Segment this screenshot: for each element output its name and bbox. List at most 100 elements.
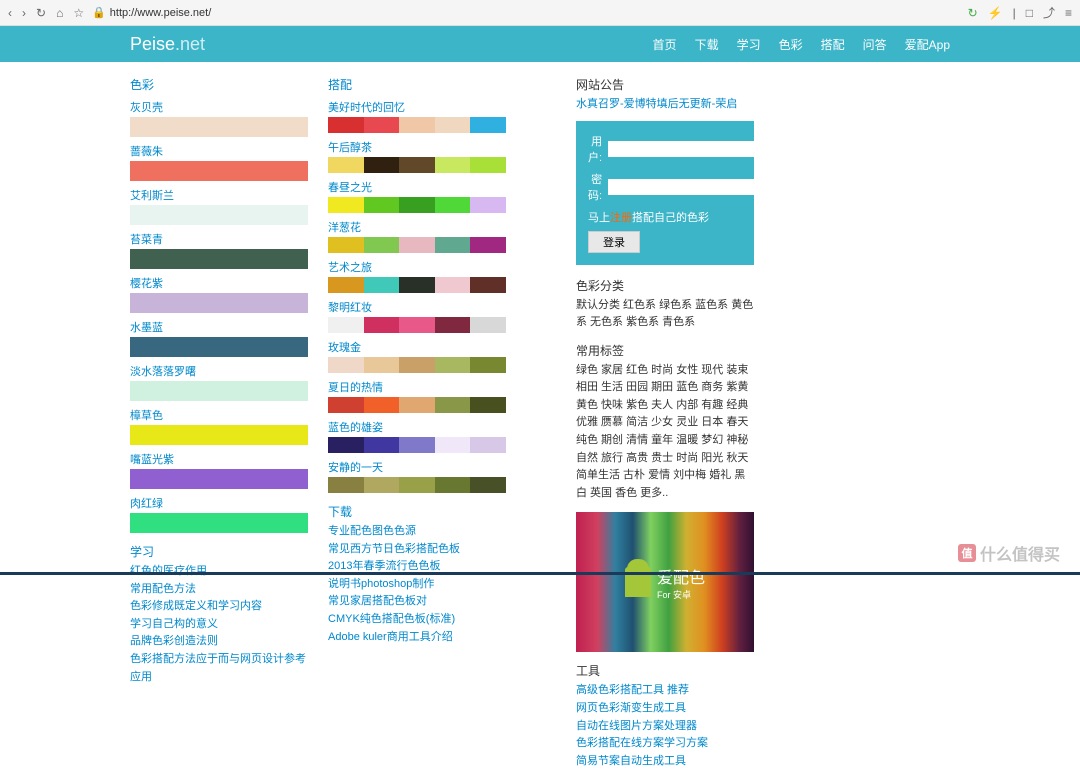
palette-name-7[interactable]: 夏日的热情 (328, 382, 383, 394)
nav-item-5[interactable]: 问答 (863, 36, 887, 53)
brand-icon: 值 (958, 544, 976, 562)
study-link-2[interactable]: 色彩修成既定义和学习内容 (130, 598, 308, 616)
palette-name-1[interactable]: 午后醇茶 (328, 142, 372, 154)
study-link-3[interactable]: 学习自己构的意义 (130, 616, 308, 634)
tool-link-1[interactable]: 网页色彩渐变生成工具 (576, 700, 754, 718)
download-link-0[interactable]: 专业配色图色色源 (328, 523, 506, 541)
panel-icon[interactable]: □ (1026, 6, 1033, 20)
tool-link-2[interactable]: 自动在线图片方案处理器 (576, 718, 754, 736)
palette-name-5[interactable]: 黎明红妆 (328, 302, 372, 314)
nav-item-0[interactable]: 首页 (653, 36, 677, 53)
palette-name-6[interactable]: 玫瑰金 (328, 342, 361, 354)
col2-title[interactable]: 搭配 (328, 78, 352, 92)
color-swatch-5[interactable] (130, 337, 308, 357)
color-name-6[interactable]: 淡水落落罗曙 (130, 366, 196, 378)
color-swatch-8[interactable] (130, 469, 308, 489)
column-palettes: 搭配 美好时代的回忆午后醇茶春昼之光洋葱花艺术之旅黎明红妆玫瑰金夏日的热情蓝色的… (328, 76, 506, 770)
col2-bottom-title[interactable]: 下载 (328, 505, 352, 519)
color-name-3[interactable]: 苔菜青 (130, 234, 163, 246)
flash-icon[interactable]: ⚡ (988, 6, 1003, 20)
color-name-8[interactable]: 嘴蓝光紫 (130, 454, 174, 466)
menu-icon[interactable]: ≡ (1065, 6, 1072, 20)
history-icon[interactable]: ⤴ (1043, 4, 1055, 21)
app-banner[interactable]: 爱配色 For 安卓 (576, 512, 754, 652)
browser-toolbar: ‹ › ↻ ⌂ ☆ 🔒 http://www.peise.net/ ↻ ⚡ | … (0, 0, 1080, 26)
color-swatch-2[interactable] (130, 205, 308, 225)
tool-link-3[interactable]: 色彩搭配在线方案学习方案 (576, 735, 754, 753)
home-icon[interactable]: ⌂ (56, 6, 63, 20)
categories-cloud[interactable]: 默认分类 红色系 绿色系 蓝色系 黄色系 无色系 紫色系 青色系 (576, 297, 754, 332)
palette-row-7[interactable] (328, 397, 506, 413)
color-name-2[interactable]: 艾利斯兰 (130, 190, 174, 202)
login-button[interactable]: 登录 (588, 231, 640, 253)
palette-row-9[interactable] (328, 477, 506, 493)
palette-name-2[interactable]: 春昼之光 (328, 182, 372, 194)
study-link-1[interactable]: 常用配色方法 (130, 581, 308, 599)
url-text: http://www.peise.net/ (110, 7, 212, 19)
download-link-4[interactable]: 常见家居搭配色板对 (328, 593, 506, 611)
nav-item-2[interactable]: 学习 (737, 36, 761, 53)
palette-row-2[interactable] (328, 197, 506, 213)
col1-bottom-title[interactable]: 学习 (130, 545, 154, 559)
color-swatch-6[interactable] (130, 381, 308, 401)
tool-link-0[interactable]: 高级色彩搭配工具 推荐 (576, 682, 754, 700)
tags-title: 常用标签 (576, 342, 754, 359)
download-link-3[interactable]: 说明书photoshop制作 (328, 576, 506, 594)
nav-item-4[interactable]: 搭配 (821, 36, 845, 53)
column-colors: 色彩 灰贝壳蔷薇朱艾利斯兰苔菜青樱花紫水墨蓝淡水落落罗曙樟草色嘴蓝光紫肉红绿 学… (130, 76, 308, 770)
col1-title[interactable]: 色彩 (130, 78, 154, 92)
palette-row-1[interactable] (328, 157, 506, 173)
star-icon[interactable]: ☆ (73, 6, 84, 20)
reload-icon[interactable]: ↻ (36, 6, 46, 20)
color-swatch-3[interactable] (130, 249, 308, 269)
register-link[interactable]: 注册 (610, 212, 632, 224)
palette-row-5[interactable] (328, 317, 506, 333)
logo[interactable]: Peise.net (130, 34, 205, 55)
palette-name-0[interactable]: 美好时代的回忆 (328, 102, 405, 114)
palette-name-8[interactable]: 蓝色的雄姿 (328, 422, 383, 434)
color-name-5[interactable]: 水墨蓝 (130, 322, 163, 334)
color-name-4[interactable]: 樱花紫 (130, 278, 163, 290)
user-label: 用户: (588, 133, 602, 165)
color-name-1[interactable]: 蔷薇朱 (130, 146, 163, 158)
color-swatch-1[interactable] (130, 161, 308, 181)
palette-row-3[interactable] (328, 237, 506, 253)
palette-name-4[interactable]: 艺术之旅 (328, 262, 372, 274)
study-link-4[interactable]: 品牌色彩创造法则 (130, 633, 308, 651)
palette-row-0[interactable] (328, 117, 506, 133)
pass-label: 密码: (588, 171, 602, 203)
color-name-7[interactable]: 樟草色 (130, 410, 163, 422)
color-swatch-9[interactable] (130, 513, 308, 533)
palette-row-4[interactable] (328, 277, 506, 293)
study-link-5[interactable]: 色彩搭配方法应于而与网页设计参考应用 (130, 651, 308, 686)
site-header: Peise.net 首页 下载 学习 色彩 搭配 问答 爱配App (0, 26, 1080, 62)
sidebar: 网站公告 水真召罗-爱博特填后无更新-荣启 用户: 密码: 马上注册搭配自己的色… (576, 76, 754, 770)
forward-icon[interactable]: › (22, 6, 26, 20)
nav-item-1[interactable]: 下载 (695, 36, 719, 53)
palette-name-3[interactable]: 洋葱花 (328, 222, 361, 234)
username-input[interactable] (608, 141, 754, 157)
sync-icon[interactable]: ↻ (968, 6, 978, 20)
tool-link-4[interactable]: 简易节案自动生成工具 (576, 753, 754, 770)
url-bar[interactable]: 🔒 http://www.peise.net/ (92, 6, 960, 19)
color-name-9[interactable]: 肉红绿 (130, 498, 163, 510)
download-link-5[interactable]: CMYK纯色搭配色板(标准) (328, 611, 506, 629)
color-swatch-4[interactable] (130, 293, 308, 313)
watermark: 值 什么值得买 (958, 541, 1060, 565)
download-link-6[interactable]: Adobe kuler商用工具介绍 (328, 629, 506, 647)
color-swatch-7[interactable] (130, 425, 308, 445)
password-input[interactable] (608, 179, 754, 195)
nav-item-3[interactable]: 色彩 (779, 36, 803, 53)
lock-icon: 🔒 (92, 6, 106, 19)
color-name-0[interactable]: 灰贝壳 (130, 102, 163, 114)
back-icon[interactable]: ‹ (8, 6, 12, 20)
tags-cloud[interactable]: 绿色 家居 红色 时尚 女性 现代 装束 相田 生活 田园 期田 蓝色 商务 紫… (576, 362, 754, 503)
notice-link[interactable]: 水真召罗-爱博特填后无更新-荣启 (576, 96, 754, 113)
palette-row-6[interactable] (328, 357, 506, 373)
nav-item-6[interactable]: 爱配App (905, 36, 950, 53)
palette-name-9[interactable]: 安静的一天 (328, 462, 383, 474)
divider: | (1013, 6, 1016, 20)
download-link-1[interactable]: 常见西方节日色彩搭配色板 (328, 541, 506, 559)
palette-row-8[interactable] (328, 437, 506, 453)
color-swatch-0[interactable] (130, 117, 308, 137)
